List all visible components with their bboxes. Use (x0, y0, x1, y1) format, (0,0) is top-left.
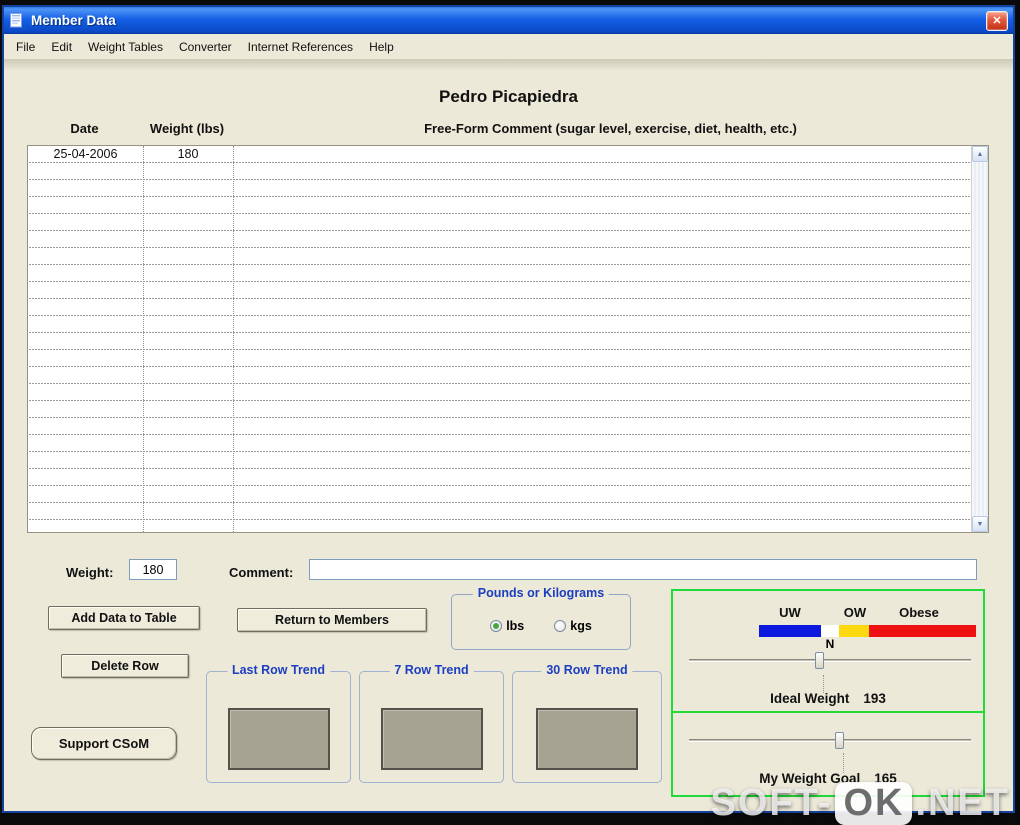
menu-item-weight-tables[interactable]: Weight Tables (80, 37, 171, 57)
comment-input[interactable] (309, 559, 977, 580)
weight-goal-tick (843, 753, 844, 773)
app-icon (9, 13, 25, 28)
thirty-row-trend-canvas (536, 708, 638, 770)
radio-kgs-icon[interactable] (554, 620, 567, 632)
ideal-weight-panel: UW OW Obese N Ideal Weight 193 (671, 589, 985, 713)
last-row-trend-canvas (227, 708, 330, 770)
ideal-weight-value: 193 (863, 691, 886, 706)
col-header-comment: Free-Form Comment (sugar level, exercise… (424, 121, 797, 136)
scroll-down-icon[interactable]: ▼ (972, 516, 988, 532)
app-window: Member Data ✕ File Edit Weight Tables Co… (2, 5, 1015, 813)
bmi-segment-overweight (839, 625, 869, 637)
column-separator-weight (233, 146, 234, 532)
bmi-segment-obese (869, 625, 976, 637)
ideal-weight-slider-thumb[interactable] (815, 652, 824, 669)
ideal-weight-label: Ideal Weight (770, 691, 850, 706)
seven-row-trend-canvas (380, 708, 483, 770)
return-to-members-button[interactable]: Return to Members (237, 608, 427, 632)
window-title: Member Data (31, 13, 116, 28)
comment-label: Comment: (229, 565, 294, 580)
menu-item-converter[interactable]: Converter (171, 37, 240, 57)
bmi-segment-underweight (759, 625, 821, 637)
screenshot-root: Member Data ✕ File Edit Weight Tables Co… (0, 0, 1020, 825)
menu-item-internet-references[interactable]: Internet References (240, 37, 361, 57)
watermark: SOFT- OK .NET (711, 782, 1010, 825)
row-date-cell[interactable]: 25-04-2006 (28, 146, 143, 162)
thirty-row-trend-group: 30 Row Trend (512, 663, 662, 783)
radio-lbs-label: lbs (506, 619, 525, 633)
overweight-label: OW (843, 605, 867, 620)
support-csom-button[interactable]: Support CSoM (31, 727, 177, 760)
seven-row-trend-title: 7 Row Trend (389, 663, 474, 677)
last-row-trend-group: Last Row Trend (206, 663, 351, 783)
normal-label: N (825, 637, 835, 651)
add-data-button[interactable]: Add Data to Table (48, 606, 200, 630)
menu-bar: File Edit Weight Tables Converter Intern… (4, 34, 1013, 59)
delete-row-button[interactable]: Delete Row (61, 654, 189, 678)
units-groupbox: Pounds or Kilograms lbs kgs (451, 586, 631, 650)
bmi-color-bar (759, 625, 976, 637)
watermark-ok: OK (835, 782, 913, 825)
table-scrollbar[interactable]: ▲ ▼ (971, 146, 988, 532)
close-button[interactable]: ✕ (986, 10, 1008, 31)
title-bar: Member Data ✕ (4, 7, 1013, 34)
col-header-date: Date (70, 121, 99, 136)
watermark-soft: SOFT- (710, 782, 833, 824)
scrollbar-track[interactable] (972, 162, 988, 516)
ideal-weight-slider[interactable] (689, 652, 971, 669)
units-group-title: Pounds or Kilograms (472, 586, 610, 600)
ideal-weight-row: Ideal Weight 193 (673, 691, 983, 706)
main-content: Pedro Picapiedra Date Weight (lbs) Free-… (4, 59, 1013, 811)
menu-item-edit[interactable]: Edit (43, 37, 80, 57)
obese-label: Obese (899, 605, 939, 620)
bmi-segment-normal (821, 625, 839, 637)
row-weight-cell[interactable]: 180 (143, 146, 233, 162)
data-table[interactable]: 25-04-2006 180 ▲ ▼ (27, 145, 989, 533)
units-radio-row: lbs kgs (452, 619, 630, 633)
menu-item-file[interactable]: File (8, 37, 43, 57)
weight-label: Weight: (66, 565, 114, 580)
watermark-net: .NET (915, 782, 1010, 824)
scroll-up-icon[interactable]: ▲ (972, 146, 988, 162)
radio-option-lbs[interactable]: lbs (490, 619, 524, 633)
col-header-weight: Weight (lbs) (149, 121, 225, 136)
weight-goal-slider-thumb[interactable] (835, 732, 844, 749)
menu-item-help[interactable]: Help (361, 37, 402, 57)
thirty-row-trend-title: 30 Row Trend (541, 663, 633, 677)
member-name: Pedro Picapiedra (439, 87, 578, 106)
seven-row-trend-group: 7 Row Trend (359, 663, 504, 783)
radio-lbs-icon[interactable] (490, 620, 503, 632)
underweight-label: UW (779, 605, 801, 620)
weight-input[interactable] (129, 559, 177, 580)
column-separator-date (143, 146, 144, 532)
radio-option-kgs[interactable]: kgs (554, 619, 592, 633)
last-row-trend-title: Last Row Trend (226, 663, 331, 677)
close-icon: ✕ (992, 15, 1002, 27)
weight-goal-slider[interactable] (689, 732, 971, 749)
table-grid (28, 146, 971, 532)
radio-kgs-label: kgs (570, 619, 592, 633)
